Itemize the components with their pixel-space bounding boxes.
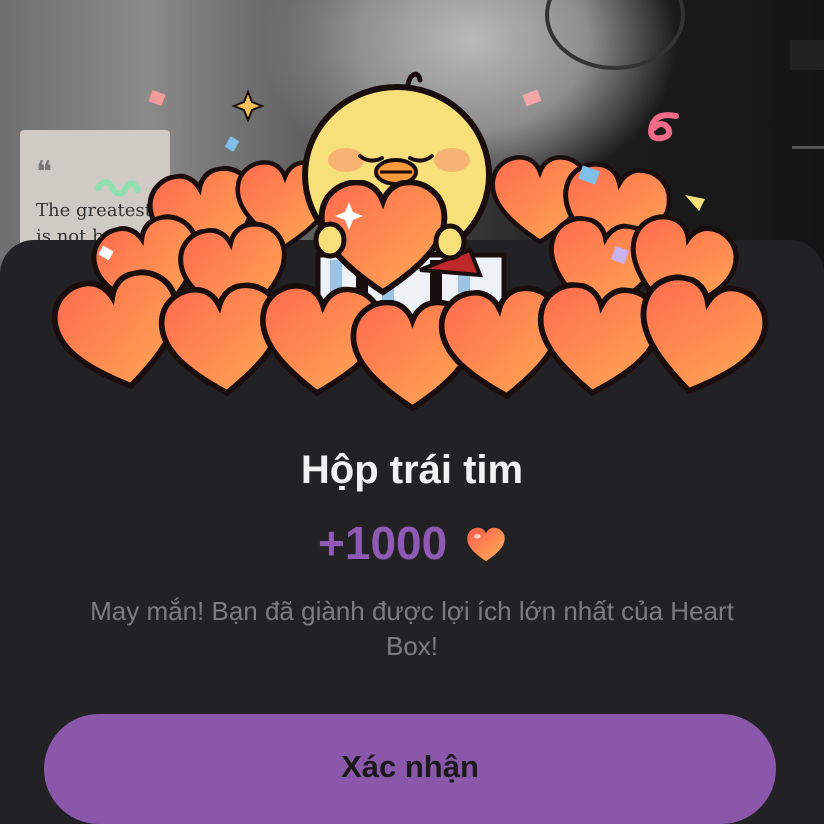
reward-message: May mắn! Bạn đã giành được lợi ích lớn n… <box>90 596 734 661</box>
chick-with-hearts-illustration <box>0 71 824 420</box>
dialog-title: Hộp trái tim <box>300 448 524 492</box>
confirm-button[interactable]: Xác nhận <box>44 714 776 824</box>
heart-icon <box>466 520 506 574</box>
heart-box-illustration <box>0 60 824 420</box>
reward-amount-row: +1000 <box>0 516 824 574</box>
reward-amount: +1000 <box>318 517 448 569</box>
